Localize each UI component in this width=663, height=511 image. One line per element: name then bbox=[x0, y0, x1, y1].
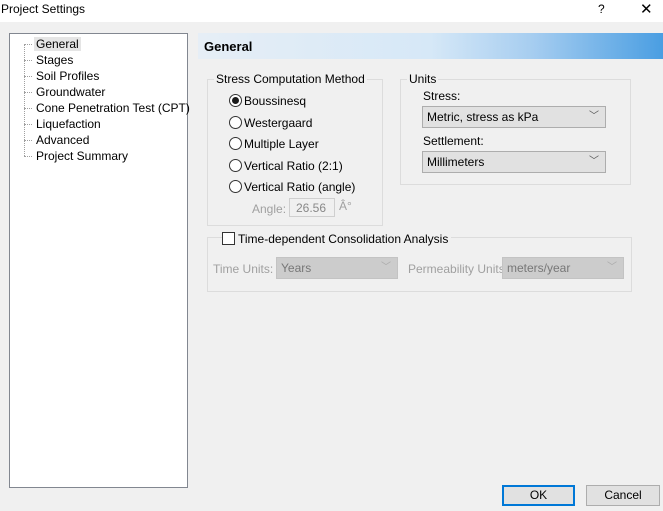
consolidation-checkbox-label: Time-dependent Consolidation Analysis bbox=[238, 232, 449, 246]
tree-item-liquefaction[interactable]: Liquefaction bbox=[24, 116, 103, 132]
stress-label: Stress: bbox=[423, 89, 461, 103]
tree-item-label: Groundwater bbox=[36, 85, 106, 99]
ok-button[interactable]: OK bbox=[502, 485, 575, 506]
radio-label: Vertical Ratio (angle) bbox=[244, 180, 356, 194]
window-title: Project Settings bbox=[1, 2, 86, 16]
tree-item-general[interactable]: General bbox=[24, 36, 81, 52]
permeability-units-dropdown[interactable]: meters/year ﹀ bbox=[502, 257, 624, 279]
settlement-units-dropdown[interactable]: Millimeters ﹀ bbox=[422, 151, 606, 173]
radio-selected-icon bbox=[229, 94, 242, 107]
radio-boussinesq[interactable]: Boussinesq bbox=[229, 93, 306, 109]
radio-label: Vertical Ratio (2:1) bbox=[244, 159, 343, 173]
time-units-value: Years bbox=[281, 261, 312, 275]
tree-item-label: Soil Profiles bbox=[36, 69, 100, 83]
chevron-down-icon: ﹀ bbox=[381, 262, 391, 273]
time-units-label: Time Units: bbox=[213, 262, 274, 276]
stress-method-legend: Stress Computation Method bbox=[216, 72, 365, 86]
chevron-down-icon: ﹀ bbox=[589, 111, 599, 122]
radio-label: Multiple Layer bbox=[244, 137, 319, 151]
tree-item-project-summary[interactable]: Project Summary bbox=[24, 148, 130, 164]
settings-tree: General Stages Soil Profiles Groundwater… bbox=[9, 33, 190, 488]
section-title: General bbox=[204, 39, 253, 54]
permeability-units-value: meters/year bbox=[507, 261, 571, 275]
tree-item-cpt[interactable]: Cone Penetration Test (CPT) bbox=[24, 100, 192, 116]
radio-unselected-icon bbox=[229, 159, 242, 172]
permeability-units-label: Permeability Units bbox=[408, 262, 505, 276]
tree-item-label: Project Summary bbox=[36, 149, 129, 163]
tree-item-stages[interactable]: Stages bbox=[24, 52, 75, 68]
angle-input[interactable]: 26.56 bbox=[289, 198, 335, 217]
chevron-down-icon: ﹀ bbox=[607, 262, 617, 273]
consolidation-checkbox[interactable]: Time-dependent Consolidation Analysis bbox=[222, 232, 452, 246]
radio-label: Boussinesq bbox=[244, 94, 307, 108]
radio-unselected-icon bbox=[229, 116, 242, 129]
section-header: General bbox=[198, 33, 663, 59]
tree-item-label: Liquefaction bbox=[36, 117, 101, 131]
stress-units-dropdown[interactable]: Metric, stress as kPa ﹀ bbox=[422, 106, 606, 128]
tree-item-label: Stages bbox=[36, 53, 74, 67]
angle-label: Angle: bbox=[252, 202, 287, 216]
angle-unit-label: Â° bbox=[339, 199, 352, 213]
units-legend: Units bbox=[409, 72, 437, 86]
title-bar: Project Settings ? ✕ bbox=[0, 0, 663, 22]
radio-unselected-icon bbox=[229, 180, 242, 193]
cancel-button[interactable]: Cancel bbox=[586, 485, 660, 506]
radio-westergaard[interactable]: Westergaard bbox=[229, 115, 312, 131]
checkbox-unchecked-icon bbox=[222, 232, 235, 245]
settlement-label: Settlement: bbox=[423, 134, 484, 148]
chevron-down-icon: ﹀ bbox=[589, 156, 599, 167]
close-button[interactable]: ✕ bbox=[640, 0, 653, 18]
radio-vertical-ratio-angle[interactable]: Vertical Ratio (angle) bbox=[229, 179, 355, 195]
radio-vertical-ratio-2-1[interactable]: Vertical Ratio (2:1) bbox=[229, 158, 343, 174]
tree-item-soil-profiles[interactable]: Soil Profiles bbox=[24, 68, 101, 84]
tree-item-label: General bbox=[34, 37, 81, 51]
help-button[interactable]: ? bbox=[598, 2, 605, 16]
settlement-units-value: Millimeters bbox=[427, 155, 485, 169]
tree-item-advanced[interactable]: Advanced bbox=[24, 132, 91, 148]
radio-multiple-layer[interactable]: Multiple Layer bbox=[229, 136, 319, 152]
radio-label: Westergaard bbox=[244, 116, 313, 130]
time-units-dropdown[interactable]: Years ﹀ bbox=[276, 257, 398, 279]
tree-item-groundwater[interactable]: Groundwater bbox=[24, 84, 107, 100]
radio-unselected-icon bbox=[229, 137, 242, 150]
stress-units-value: Metric, stress as kPa bbox=[427, 110, 539, 124]
tree-item-label: Advanced bbox=[36, 133, 90, 147]
tree-item-label: Cone Penetration Test (CPT) bbox=[36, 101, 190, 115]
